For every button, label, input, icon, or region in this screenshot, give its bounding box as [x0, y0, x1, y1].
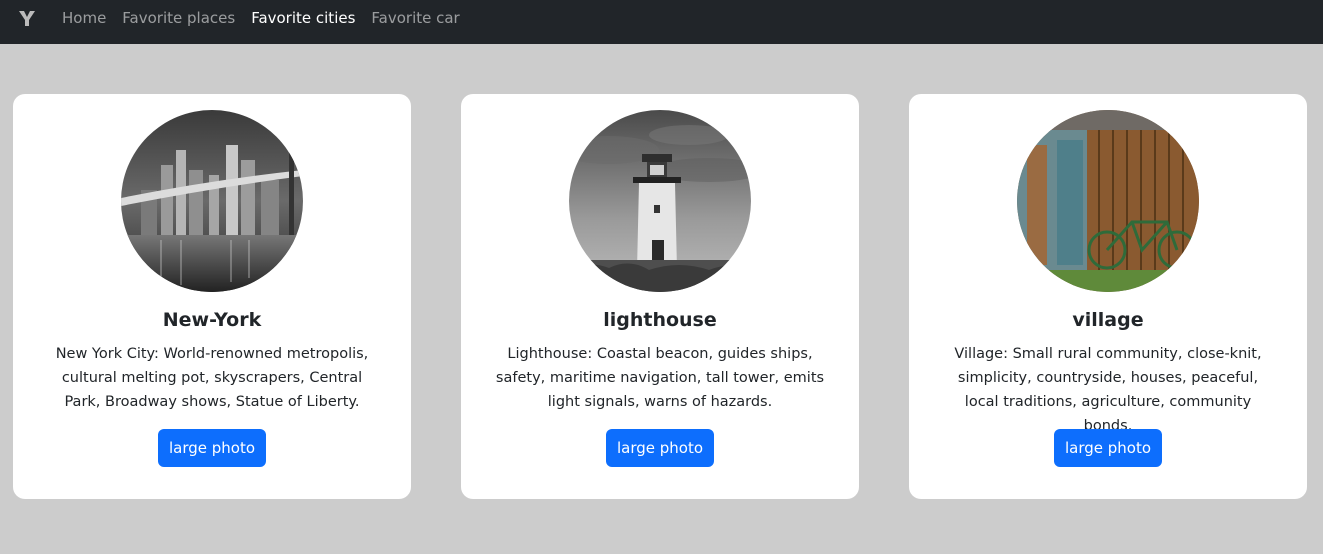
card-title: lighthouse — [603, 309, 717, 331]
navbar: Home Favorite places Favorite cities Fav… — [0, 0, 1323, 44]
card-village: village Village: Small rural community, … — [909, 94, 1307, 499]
large-photo-button[interactable]: large photo — [606, 429, 714, 467]
large-photo-button[interactable]: large photo — [158, 429, 266, 467]
card-title: village — [1072, 309, 1144, 331]
nav-links: Home Favorite places Favorite cities Fav… — [62, 0, 476, 36]
card-text: Lighthouse: Coastal beacon, guides ships… — [495, 346, 825, 410]
card-title: New-York — [162, 309, 262, 331]
y-logo-icon[interactable] — [17, 8, 37, 28]
nav-home[interactable]: Home — [62, 9, 106, 27]
card-text: New York City: World-renowned metropolis… — [55, 346, 369, 410]
nav-favorite-places[interactable]: Favorite places — [122, 9, 235, 27]
nav-favorite-cities[interactable]: Favorite cities — [251, 9, 355, 27]
card-lighthouse: lighthouse Lighthouse: Coastal beacon, g… — [461, 94, 859, 499]
lighthouse-image — [569, 110, 751, 292]
village-barn-bicycle-image — [1017, 110, 1199, 292]
nav-favorite-car[interactable]: Favorite car — [371, 9, 459, 27]
card-new-york: New-York New York City: World-renowned m… — [13, 94, 411, 499]
new-york-bridge-night-image — [121, 110, 303, 292]
card-text: Village: Small rural community, close-kn… — [954, 346, 1262, 434]
large-photo-button[interactable]: large photo — [1054, 429, 1162, 467]
